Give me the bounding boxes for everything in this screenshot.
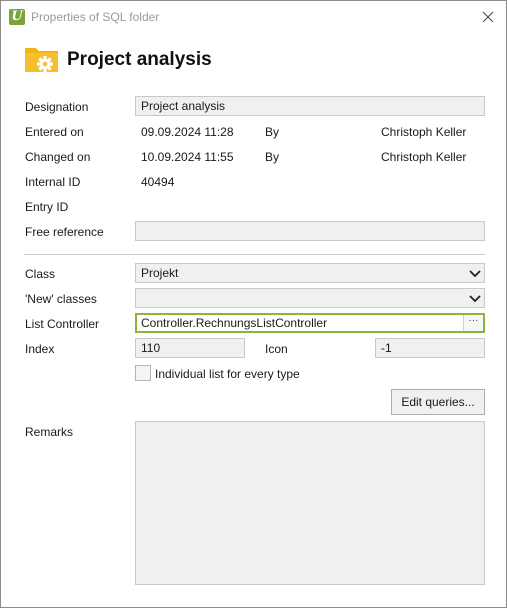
class-label: Class (25, 267, 56, 281)
title-bar[interactable]: U Properties of SQL folder (2, 2, 505, 32)
chevron-down-icon (469, 295, 481, 303)
section-divider (24, 254, 485, 255)
designation-field[interactable]: Project analysis (135, 96, 485, 116)
designation-label: Designation (25, 100, 89, 114)
index-label: Index (25, 342, 55, 356)
entered-by-value: Christoph Keller (381, 125, 467, 139)
remarks-textarea[interactable] (135, 421, 485, 585)
new-classes-select[interactable] (135, 288, 485, 308)
icon-label: Icon (265, 342, 288, 356)
free-reference-field[interactable] (135, 221, 485, 241)
list-controller-value: Controller.RechnungsListController (141, 316, 328, 330)
properties-dialog: U Properties of SQL folder Project analy… (0, 0, 507, 608)
remarks-label: Remarks (25, 425, 74, 439)
edit-queries-button[interactable]: Edit queries... (391, 389, 485, 415)
list-controller-label: List Controller (25, 317, 100, 331)
individual-list-checkbox[interactable] (135, 365, 151, 381)
internal-id-label: Internal ID (25, 175, 81, 189)
page-title: Project analysis (67, 49, 212, 70)
changed-on-label: Changed on (25, 150, 91, 164)
class-select[interactable]: Projekt (135, 263, 485, 283)
individual-list-label: Individual list for every type (155, 367, 300, 381)
internal-id-value: 40494 (141, 175, 175, 189)
changed-by-label: By (265, 150, 280, 164)
entered-on-label: Entered on (25, 125, 84, 139)
browse-button[interactable]: ··· (463, 315, 483, 331)
entry-id-label: Entry ID (25, 200, 69, 214)
class-select-value: Projekt (141, 266, 179, 280)
folder-gear-icon (25, 48, 58, 72)
entered-on-value: 09.09.2024 11:28 (141, 125, 234, 139)
close-button[interactable] (477, 6, 499, 28)
chevron-down-icon (469, 270, 481, 278)
icon-field[interactable]: -1 (375, 338, 485, 358)
new-classes-label: 'New' classes (25, 292, 97, 306)
app-logo-icon: U (9, 9, 25, 25)
close-icon (482, 11, 494, 23)
entered-by-label: By (265, 125, 280, 139)
changed-on-value: 10.09.2024 11:55 (141, 150, 234, 164)
window-title: Properties of SQL folder (31, 10, 160, 24)
index-field[interactable]: 110 (135, 338, 245, 358)
changed-by-value: Christoph Keller (381, 150, 467, 164)
free-reference-label: Free reference (25, 225, 104, 239)
list-controller-field[interactable]: Controller.RechnungsListController ··· (135, 313, 485, 333)
